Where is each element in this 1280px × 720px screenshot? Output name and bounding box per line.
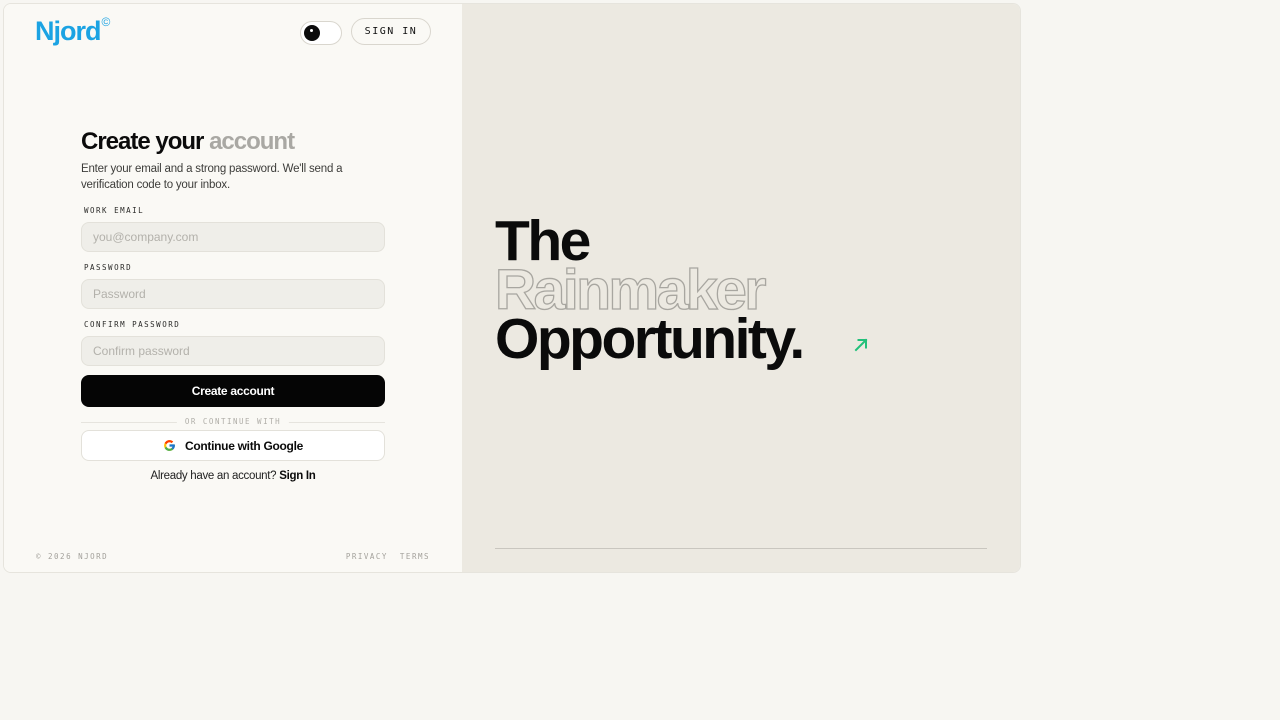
google-button-label: Continue with Google [185, 438, 303, 453]
theme-toggle[interactable] [300, 21, 342, 45]
arrow-up-right-icon [854, 338, 868, 352]
create-account-button[interactable]: Create account [81, 375, 385, 408]
divider: OR CONTINUE WITH [81, 417, 385, 428]
confirm-password-label: CONFIRM PASSWORD [84, 320, 181, 330]
title-main: Create your [81, 128, 204, 155]
sign-in-prompt-text: Already have an account? [150, 470, 277, 483]
footer-link-privacy[interactable]: PRIVACY [346, 552, 388, 561]
page-subtitle: Enter your email and a strong password. … [81, 163, 343, 192]
footer-copyright: © 2026 NJORD [36, 552, 109, 561]
theme-toggle-icon [304, 25, 320, 41]
password-label: PASSWORD [84, 263, 133, 273]
divider-label: OR CONTINUE WITH [176, 417, 290, 427]
page-title: Create your account [81, 128, 385, 155]
sign-in-link[interactable]: Sign In [279, 470, 316, 482]
email-label: WORK EMAIL [84, 206, 145, 216]
signup-form: Create your account Enter your email and… [81, 128, 385, 482]
hero-line-3: Opportunity. [495, 307, 805, 371]
hero-panel: The Rainmaker Opportunity. [462, 4, 1020, 572]
brand-logo[interactable]: Njord© [35, 15, 111, 47]
auth-card: Njord© SIGN IN Create your account Enter… [3, 3, 1021, 573]
email-field[interactable] [81, 222, 385, 253]
sign-in-prompt: Already have an account? Sign In [81, 470, 385, 482]
hero-headline: The Rainmaker Opportunity. [494, 213, 805, 371]
password-field[interactable] [81, 279, 385, 310]
google-sign-in-button[interactable]: Continue with Google [81, 430, 385, 462]
hero-divider-line [495, 548, 987, 549]
footer-link-terms[interactable]: TERMS [400, 552, 430, 561]
header-sign-in-button[interactable]: SIGN IN [351, 18, 431, 45]
brand-mark: © [101, 15, 111, 29]
footer-links: PRIVACY TERMS [346, 552, 430, 561]
title-muted: account [209, 128, 295, 155]
google-icon [164, 440, 175, 452]
confirm-password-field[interactable] [81, 336, 385, 367]
signup-panel: Njord© SIGN IN Create your account Enter… [4, 4, 462, 572]
brand-name: Njord [35, 16, 101, 46]
